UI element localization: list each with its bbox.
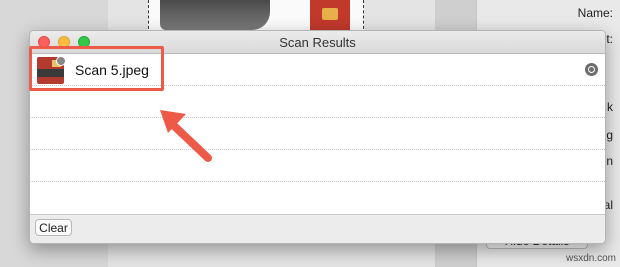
annotation-arrow bbox=[160, 110, 212, 162]
arrow-shaft bbox=[166, 118, 212, 162]
